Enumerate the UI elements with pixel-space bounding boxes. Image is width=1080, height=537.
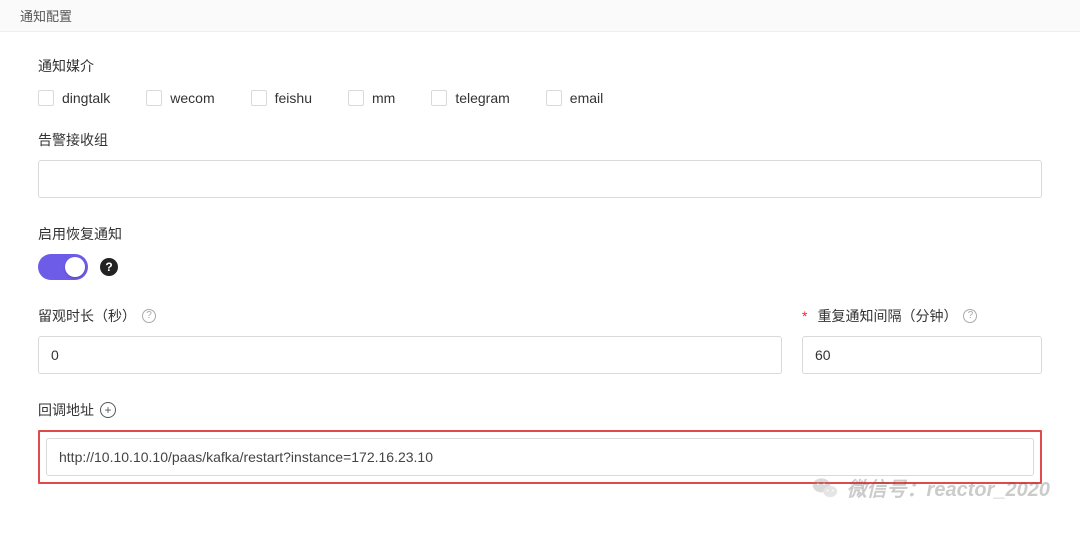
- callback-highlight-box: [38, 430, 1042, 484]
- callback-label: 回调地址: [38, 400, 94, 420]
- checkbox-wecom[interactable]: wecom: [146, 90, 214, 106]
- checkbox-feishu[interactable]: feishu: [251, 90, 312, 106]
- page-title: 通知配置: [20, 9, 72, 24]
- add-callback-icon[interactable]: +: [100, 402, 116, 418]
- checkbox-label: dingtalk: [62, 90, 110, 106]
- help-icon[interactable]: ?: [963, 309, 977, 323]
- observe-duration-label: 留观时长（秒）: [38, 306, 136, 326]
- observe-duration-input[interactable]: [38, 336, 782, 374]
- checkbox-label: email: [570, 90, 603, 106]
- page-header: 通知配置: [0, 0, 1080, 32]
- checkbox-box-icon: [431, 90, 447, 106]
- checkbox-email[interactable]: email: [546, 90, 603, 106]
- checkbox-label: mm: [372, 90, 395, 106]
- callback-field: 回调地址 +: [38, 400, 1042, 484]
- media-checkbox-row: dingtalk wecom feishu mm telegram email: [38, 90, 1042, 106]
- checkbox-telegram[interactable]: telegram: [431, 90, 509, 106]
- checkbox-box-icon: [38, 90, 54, 106]
- checkbox-label: telegram: [455, 90, 509, 106]
- media-label: 通知媒介: [38, 56, 1042, 76]
- recovery-notify-label: 启用恢复通知: [38, 224, 1042, 244]
- recovery-notify-field: 启用恢复通知 ?: [38, 224, 1042, 280]
- receiver-group-input[interactable]: [38, 160, 1042, 198]
- repeat-interval-field: * 重复通知间隔（分钟） ?: [802, 306, 1042, 374]
- checkbox-dingtalk[interactable]: dingtalk: [38, 90, 110, 106]
- checkbox-mm[interactable]: mm: [348, 90, 395, 106]
- repeat-interval-label: 重复通知间隔（分钟）: [817, 306, 957, 326]
- receiver-group-field: 告警接收组: [38, 130, 1042, 198]
- repeat-interval-input[interactable]: [802, 336, 1042, 374]
- checkbox-box-icon: [146, 90, 162, 106]
- callback-url-input[interactable]: [46, 438, 1034, 476]
- help-icon[interactable]: ?: [100, 258, 118, 276]
- checkbox-label: wecom: [170, 90, 214, 106]
- checkbox-label: feishu: [275, 90, 312, 106]
- checkbox-box-icon: [348, 90, 364, 106]
- required-star-icon: *: [802, 308, 807, 324]
- help-icon[interactable]: ?: [142, 309, 156, 323]
- checkbox-box-icon: [546, 90, 562, 106]
- toggle-knob-icon: [65, 257, 85, 277]
- observe-duration-field: 留观时长（秒） ?: [38, 306, 782, 374]
- recovery-notify-toggle[interactable]: [38, 254, 88, 280]
- receiver-group-label: 告警接收组: [38, 130, 1042, 150]
- checkbox-box-icon: [251, 90, 267, 106]
